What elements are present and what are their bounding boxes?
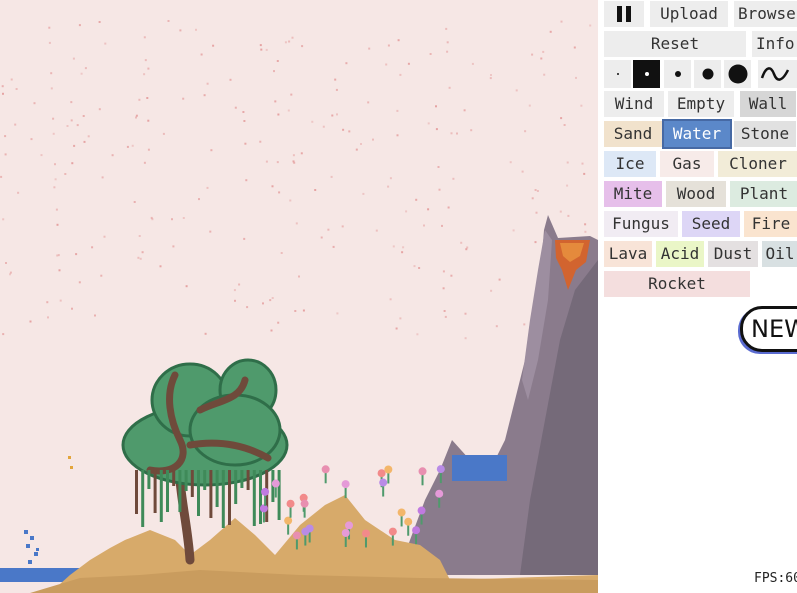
element-rocket[interactable]: Rocket (604, 271, 750, 297)
brush-size-medium[interactable] (664, 60, 691, 88)
tree-canopy (121, 358, 289, 487)
control-panel: Upload Browse Reset Info Wind Empty Wall… (598, 0, 797, 593)
element-wood[interactable]: Wood (666, 181, 726, 207)
element-acid[interactable]: Acid (656, 241, 704, 267)
element-mite[interactable]: Mite (604, 181, 662, 207)
upload-button[interactable]: Upload (650, 1, 728, 27)
element-water[interactable]: Water (662, 119, 732, 149)
brush-size-small[interactable] (633, 60, 660, 88)
fire-spark (68, 456, 73, 469)
brush-size-large[interactable] (694, 60, 721, 88)
fps-counter: FPS:60 (754, 571, 797, 586)
wave-icon (760, 67, 790, 81)
brush-dot-icon (728, 64, 747, 84)
element-wind[interactable]: Wind (604, 91, 664, 117)
brush-size-tiny[interactable] (604, 60, 631, 88)
element-fire[interactable]: Fire (744, 211, 797, 237)
brush-dot-icon (616, 73, 619, 75)
water-splash (24, 530, 39, 564)
element-ice[interactable]: Ice (604, 151, 656, 177)
element-cloner[interactable]: Cloner (718, 151, 797, 177)
wind-brush-button[interactable] (758, 60, 797, 88)
brush-dot-icon (644, 72, 649, 76)
scene (0, 20, 598, 593)
element-gas[interactable]: Gas (660, 151, 714, 177)
element-stone[interactable]: Stone (734, 121, 796, 147)
element-sand[interactable]: Sand (604, 121, 662, 147)
sandbox-canvas[interactable] (0, 0, 598, 593)
browse-button[interactable]: Browse (734, 1, 797, 27)
element-dust[interactable]: Dust (708, 241, 758, 267)
element-seed[interactable]: Seed (682, 211, 740, 237)
pause-icon (617, 6, 622, 22)
element-lava[interactable]: Lava (604, 241, 652, 267)
floating-dust (0, 20, 592, 340)
info-button[interactable]: Info (752, 31, 797, 57)
element-fungus[interactable]: Fungus (604, 211, 678, 237)
reset-button[interactable]: Reset (604, 31, 746, 57)
element-oil[interactable]: Oil (762, 241, 797, 267)
element-wall[interactable]: Wall (740, 91, 796, 117)
brush-size-xlarge[interactable] (724, 60, 751, 88)
pause-icon-bar (626, 6, 631, 22)
new-badge[interactable]: NEW (740, 306, 797, 352)
brush-dot-icon (702, 68, 713, 80)
pause-button[interactable] (604, 1, 644, 27)
element-empty[interactable]: Empty (668, 91, 734, 117)
element-plant[interactable]: Plant (730, 181, 797, 207)
water-pool-right (452, 455, 507, 481)
brush-dot-icon (674, 71, 681, 77)
